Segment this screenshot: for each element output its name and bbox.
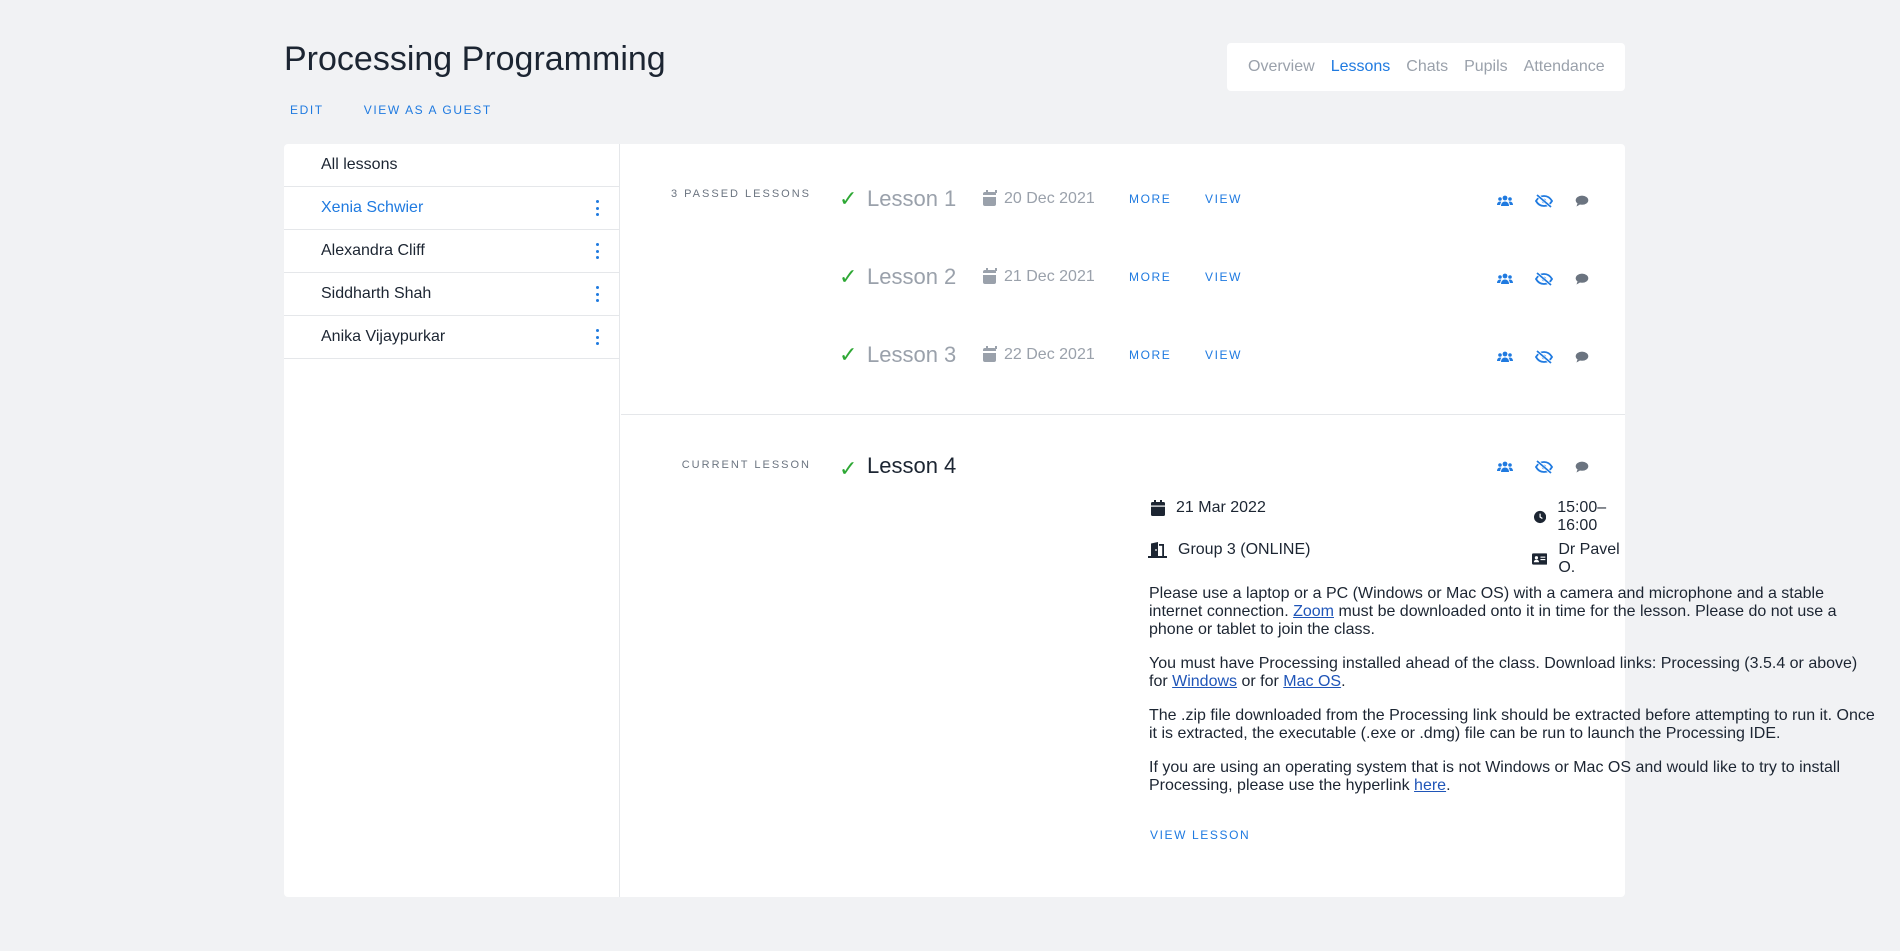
users-icon[interactable] [1497,351,1513,363]
sidebar-item-xenia-schwier[interactable]: Xenia Schwier [284,187,619,230]
tab-chats[interactable]: Chats [1406,58,1448,76]
content-panel: All lessons Xenia Schwier Alexandra Clif… [284,144,1875,897]
windows-link[interactable]: Windows [1172,673,1237,690]
lesson-teacher-value: Dr Pavel O. [1558,541,1620,576]
lesson-group-info: Group 3 (ONLINE) [1148,541,1310,559]
calendar-icon [983,346,997,362]
sidebar-item-all-lessons[interactable]: All lessons [284,144,619,187]
lesson-actions [1497,350,1589,364]
lesson-name: Lesson 2 [867,264,957,289]
lesson-date: 22 Dec 2021 [983,346,1129,364]
sidebar-item-siddharth-shah[interactable]: Siddharth Shah [284,273,619,316]
calendar-icon [1151,500,1165,516]
more-vertical-icon[interactable] [595,243,599,259]
view-as-guest-button[interactable]: VIEW AS A GUEST [364,103,492,117]
here-link[interactable]: here [1414,777,1446,794]
lesson-actions [1497,194,1589,208]
tab-overview[interactable]: Overview [1248,58,1315,76]
view-button[interactable]: VIEW [1205,270,1242,284]
view-button[interactable]: VIEW [1205,192,1242,206]
header-actions: EDIT VIEW AS A GUEST [290,103,532,117]
lesson-date-value: 21 Mar 2022 [1176,499,1266,516]
more-vertical-icon[interactable] [595,286,599,302]
more-vertical-icon[interactable] [595,200,599,216]
description-paragraph: You must have Processing installed ahead… [1149,655,1858,690]
comment-icon[interactable] [1575,351,1589,363]
page-title: Processing Programming [284,40,666,78]
description-paragraph: If you are using an operating system tha… [1149,759,1840,794]
clock-icon [1534,510,1547,524]
check-icon: ✓ [839,264,858,289]
users-icon[interactable] [1497,273,1513,285]
check-icon: ✓ [839,342,858,367]
edit-button[interactable]: EDIT [290,103,324,117]
sidebar: All lessons Xenia Schwier Alexandra Clif… [284,144,620,897]
eye-slash-icon[interactable] [1535,272,1553,286]
lesson-actions [1497,460,1589,474]
calendar-icon [983,268,997,284]
more-button[interactable]: MORE [1129,192,1205,206]
eye-slash-icon[interactable] [1535,350,1553,364]
lesson-actions [1497,272,1589,286]
more-button[interactable]: MORE [1129,270,1205,284]
lesson-group-value: Group 3 (ONLINE) [1178,541,1311,558]
lesson-date: 21 Dec 2021 [983,268,1129,286]
lesson-time-value: 15:00–16:00 [1557,499,1607,534]
view-lesson-button[interactable]: VIEW LESSON [1150,828,1250,842]
more-button[interactable]: MORE [1129,348,1205,362]
more-vertical-icon[interactable] [595,329,599,345]
sidebar-item-anika-vijaypurkar[interactable]: Anika Vijaypurkar [284,316,619,359]
check-icon: ✓ [839,186,858,211]
sidebar-item-label: All lessons [321,156,398,173]
current-lesson-title: ✓ Lesson 4 [839,450,956,482]
eye-slash-icon[interactable] [1535,194,1553,208]
mac-os-link[interactable]: Mac OS [1283,673,1341,690]
id-card-icon [1532,553,1548,565]
description-paragraph: Please use a laptop or a PC (Windows or … [1149,585,1837,638]
description-paragraph: The .zip file downloaded from the Proces… [1149,707,1875,742]
lesson-description: Please use a laptop or a PC (Windows or … [1149,585,1879,811]
sidebar-item-label: Xenia Schwier [321,199,424,216]
lesson-date: 20 Dec 2021 [983,190,1129,208]
current-lesson-label: CURRENT LESSON [681,459,811,471]
lesson-teacher-info: Dr Pavel O. [1532,541,1625,577]
lessons-main: 3 PASSED LESSONS ✓ Lesson 1 20 Dec 2021 … [621,144,1875,897]
door-icon [1148,542,1167,558]
tab-pupils[interactable]: Pupils [1464,58,1508,76]
lesson-name: Lesson 1 [867,186,957,211]
comment-icon[interactable] [1575,273,1589,285]
tab-bar: Overview Lessons Chats Pupils Attendance [1227,43,1625,91]
lesson-date-info: 21 Mar 2022 [1151,499,1266,517]
eye-slash-icon[interactable] [1535,460,1553,474]
calendar-icon [983,190,997,206]
tab-attendance[interactable]: Attendance [1524,58,1605,76]
passed-lessons-label: 3 PASSED LESSONS [670,188,811,200]
comment-icon[interactable] [1575,195,1589,207]
tab-lessons[interactable]: Lessons [1331,58,1391,76]
zoom-link[interactable]: Zoom [1293,603,1334,620]
view-button[interactable]: VIEW [1205,348,1242,362]
users-icon[interactable] [1497,461,1513,473]
sidebar-item-label: Anika Vijaypurkar [321,328,446,345]
section-divider [621,414,1625,415]
comment-icon[interactable] [1575,461,1589,473]
check-icon: ✓ [839,456,858,481]
sidebar-item-label: Siddharth Shah [321,285,432,302]
lesson-name: Lesson 3 [867,342,957,367]
users-icon[interactable] [1497,195,1513,207]
lesson-time-info: 15:00–16:00 [1534,499,1625,535]
lesson-name: Lesson 4 [867,453,957,478]
sidebar-item-label: Alexandra Cliff [321,242,425,259]
sidebar-item-alexandra-cliff[interactable]: Alexandra Cliff [284,230,619,273]
